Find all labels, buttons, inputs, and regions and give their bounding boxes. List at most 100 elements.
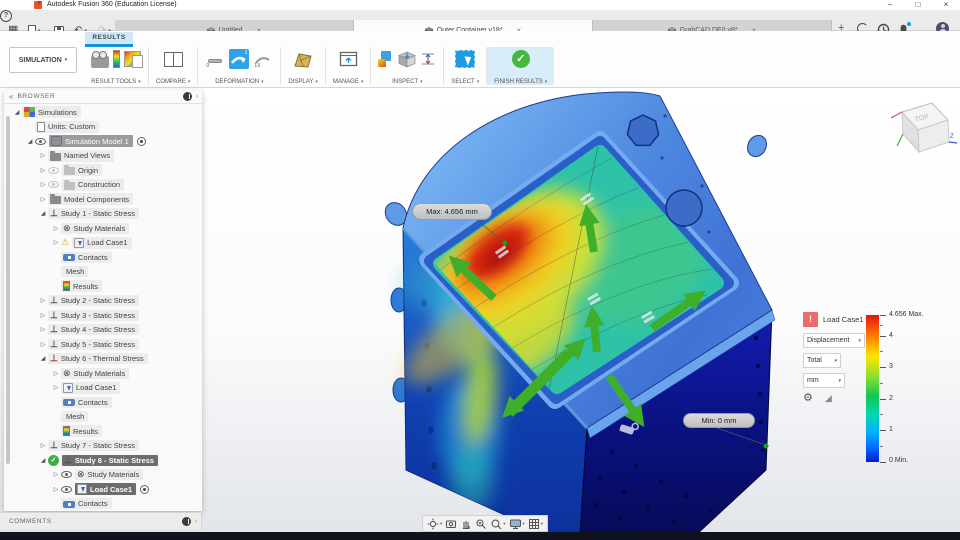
tree-label-chip[interactable]: Simulations	[22, 106, 81, 119]
browser-panel-header[interactable]: « BROWSER ›	[4, 90, 202, 104]
collapse-arrow-icon[interactable]: ◢	[38, 457, 48, 464]
expand-arrow-icon[interactable]: ▷	[38, 297, 48, 304]
tree-row[interactable]: ◢ Simulations	[12, 105, 202, 120]
tree-label-chip[interactable]: Results	[61, 280, 103, 293]
active-indicator-radio[interactable]	[140, 484, 150, 494]
tree-label-chip[interactable]: ⊗ Study Materials	[75, 469, 144, 481]
tree-label-chip[interactable]: ⊗ Study Materials	[61, 367, 130, 379]
grid-settings-icon[interactable]: ▾	[528, 518, 543, 530]
expand-arrow-icon[interactable]: ▷	[38, 167, 48, 174]
tree-label-chip[interactable]: Construction	[62, 178, 125, 191]
active-indicator-radio[interactable]	[136, 136, 146, 146]
color-map-icon[interactable]	[124, 51, 143, 68]
minimize-button[interactable]: –	[882, 0, 898, 10]
expand-arrow-icon[interactable]: ▷	[38, 152, 48, 159]
legend-ramp-icon[interactable]: ◢	[825, 394, 832, 403]
expand-arrow-icon[interactable]: ▷	[51, 486, 61, 493]
tree-label-chip[interactable]: ⊥ Study 8 - Static Stress	[62, 454, 159, 466]
tree-row[interactable]: ▷ ⊥ Study 7 - Static Stress	[12, 439, 202, 454]
units-dropdown[interactable]: mm ▾	[803, 373, 845, 388]
group-finish-results[interactable]: ✓ FINISH RESULTS ▾	[487, 47, 555, 85]
tree-label-chip[interactable]: ⊥ Study 4 - Static Stress	[48, 324, 140, 336]
tree-row[interactable]: ◢ ⊥ Study 6 - Thermal Stress	[12, 352, 202, 367]
legend-settings-gear-icon[interactable]: ⚙	[803, 393, 813, 404]
tree-row[interactable]: ▷ Load Case1	[12, 482, 202, 497]
expand-arrow-icon[interactable]: ▷	[51, 225, 61, 232]
expand-arrow-icon[interactable]: ▷	[38, 326, 48, 333]
tree-label-chip[interactable]: Load Case1	[75, 483, 137, 496]
collapse-panel-icon[interactable]: «	[9, 92, 13, 101]
tab-results[interactable]: RESULTS	[85, 32, 133, 44]
panel-options-icon[interactable]	[182, 92, 192, 101]
tree-label-chip[interactable]: Load Case1	[61, 381, 121, 394]
tree-label-chip[interactable]: ⊥ Study 7 - Static Stress	[48, 440, 140, 452]
maximize-button[interactable]: □	[910, 0, 926, 10]
tree-label-chip[interactable]: ⊥ Study 1 - Static Stress	[48, 208, 140, 220]
tree-label-chip[interactable]: Load Case1	[72, 236, 132, 249]
comments-panel[interactable]: COMMENTS ›	[0, 512, 202, 529]
tree-label-chip[interactable]: ⊥ Study 5 - Static Stress	[48, 338, 140, 350]
tree-label-chip[interactable]: ⊥ Study 6 - Thermal Stress	[48, 353, 148, 365]
tree-label-chip[interactable]: Named Views	[48, 149, 115, 162]
tree-row[interactable]: ◢ ⊥ Study 1 - Static Stress	[12, 207, 202, 222]
tree-label-chip[interactable]: Contacts	[61, 498, 112, 510]
animate-icon[interactable]	[91, 50, 109, 68]
load-case-selector[interactable]: Load Case1	[823, 315, 863, 324]
tree-row[interactable]: ▷ ⊗ Study Materials	[12, 468, 202, 483]
point-probe-icon[interactable]	[398, 51, 417, 68]
tree-row[interactable]: Units: Custom	[12, 120, 202, 135]
tree-row[interactable]: Results	[12, 279, 202, 294]
tree-label-chip[interactable]: Model Components	[48, 193, 134, 206]
tree-label-chip[interactable]: Simulation Model 1	[49, 135, 133, 148]
result-details-icon[interactable]	[378, 51, 394, 67]
panel-expand-icon[interactable]: ›	[196, 93, 198, 100]
tree-label-chip[interactable]: Mesh	[61, 411, 89, 423]
measure-icon[interactable]	[420, 51, 436, 67]
tree-row[interactable]: ▷ Model Components	[12, 192, 202, 207]
expand-arrow-icon[interactable]: ▷	[51, 239, 61, 246]
tree-row[interactable]: ▷ ⊗ Study Materials	[12, 366, 202, 381]
tree-row[interactable]: ▷ ⊥ Study 3 - Static Stress	[12, 308, 202, 323]
tree-row[interactable]: ◢ ✓ ⊥ Study 8 - Static Stress	[12, 453, 202, 468]
compare-icon[interactable]	[163, 51, 183, 67]
tree-label-chip[interactable]: Units: Custom	[35, 120, 100, 133]
collapse-arrow-icon[interactable]: ◢	[25, 138, 35, 145]
tree-row[interactable]: ▷ ⚠ Load Case1	[12, 236, 202, 251]
zoom-window-icon[interactable]: ▾	[490, 518, 506, 530]
manage-settings-icon[interactable]	[339, 51, 358, 67]
look-at-icon[interactable]	[445, 518, 457, 530]
display-settings-icon[interactable]: ▾	[509, 518, 525, 530]
tree-row[interactable]: ▷ Named Views	[12, 149, 202, 164]
tree-row[interactable]: ▷ ⊥ Study 5 - Static Stress	[12, 337, 202, 352]
tree-label-chip[interactable]: Results	[61, 425, 103, 438]
tree-row[interactable]: Mesh	[12, 410, 202, 425]
tree-row[interactable]: Results	[12, 424, 202, 439]
browser-scrollbar[interactable]	[6, 116, 10, 464]
deformation-scaled-icon[interactable]: 1X	[253, 49, 273, 69]
expand-arrow-icon[interactable]: ▷	[38, 196, 48, 203]
expand-arrow-icon[interactable]: ▷	[51, 384, 61, 391]
expand-arrow-icon[interactable]: ▷	[38, 312, 48, 319]
display-style-icon[interactable]	[293, 52, 313, 69]
orbit-icon[interactable]: ▾	[427, 518, 442, 530]
expand-arrow-icon[interactable]: ▷	[51, 471, 61, 478]
panel-options-icon[interactable]	[181, 516, 191, 526]
tree-label-chip[interactable]: Origin	[62, 164, 103, 177]
collapse-arrow-icon[interactable]: ◢	[38, 210, 48, 217]
tree-row[interactable]: ▷ ⊥ Study 2 - Static Stress	[12, 294, 202, 309]
tree-label-chip[interactable]: Mesh	[61, 266, 89, 278]
tree-row[interactable]: Contacts	[12, 250, 202, 265]
tree-row[interactable]: Mesh	[12, 265, 202, 280]
view-cube[interactable]: TOP LEFT Z	[886, 96, 958, 164]
deformation-none-icon[interactable]: 0	[205, 49, 225, 69]
tree-label-chip[interactable]: ⊥ Study 3 - Static Stress	[48, 309, 140, 321]
close-button[interactable]: ×	[938, 0, 954, 10]
expand-arrow-icon[interactable]: ▷	[38, 442, 48, 449]
component-dropdown[interactable]: Total ▾	[803, 353, 841, 368]
collapse-arrow-icon[interactable]: ◢	[12, 109, 22, 116]
load-case-alert-icon[interactable]: !	[803, 312, 818, 327]
tree-row[interactable]: ▷ ⊥ Study 4 - Static Stress	[12, 323, 202, 338]
workspace-selector[interactable]: SIMULATION ▾	[9, 47, 77, 73]
zoom-icon[interactable]	[475, 518, 487, 530]
deformation-actual-icon[interactable]: 1	[229, 49, 250, 69]
